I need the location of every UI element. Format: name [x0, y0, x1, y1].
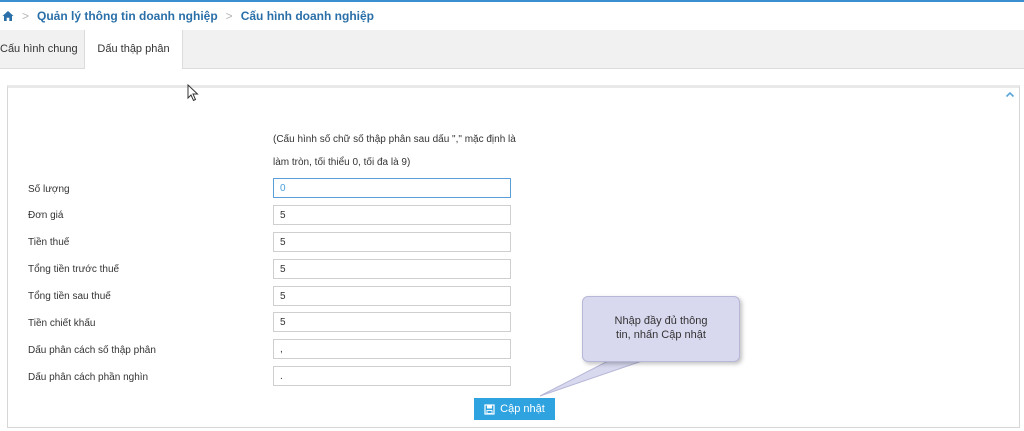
total-before-tax-input[interactable] [273, 259, 511, 279]
mouse-cursor-icon [187, 84, 199, 102]
decimal-separator-input[interactable] [273, 339, 511, 359]
help-callout: Nhập đầy đủ thông tin, nhấn Cập nhật [582, 296, 740, 362]
save-icon [484, 403, 495, 415]
breadcrumb: > Quản lý thông tin doanh nghiệp > Cấu h… [0, 2, 1024, 31]
thousands-separator-label: Dấu phân cách phần nghìn [28, 372, 149, 383]
tab-bar: Cấu hình chung Dấu thập phân [0, 30, 1024, 69]
chevron-up-icon[interactable] [1005, 90, 1015, 100]
total-after-tax-label: Tổng tiền sau thuế [28, 291, 111, 302]
decimal-config-note-line1: (Cấu hình số chữ số thập phân sau dấu ",… [273, 134, 516, 145]
thousands-separator-input[interactable] [273, 366, 511, 386]
discount-amount-label: Tiền chiết khấu [28, 318, 96, 329]
home-icon[interactable] [2, 10, 14, 22]
total-before-tax-label: Tổng tiền trước thuế [28, 264, 120, 275]
unit-price-label: Đơn giá [28, 210, 64, 221]
quantity-input[interactable] [273, 178, 511, 198]
decimal-config-note-line2: làm tròn, tối thiểu 0, tối đa là 9) [273, 157, 411, 168]
help-callout-line2: tin, nhấn Cập nhật [616, 329, 706, 341]
quantity-label: Số lượng [28, 184, 70, 195]
total-after-tax-input[interactable] [273, 286, 511, 306]
breadcrumb-business-config[interactable]: Cấu hình doanh nghiệp [241, 9, 374, 23]
tab-general-config[interactable]: Cấu hình chung [0, 30, 84, 68]
unit-price-input[interactable] [273, 205, 511, 225]
discount-amount-input[interactable] [273, 312, 511, 332]
update-button-label: Cập nhật [500, 403, 545, 415]
tab-decimal-separator[interactable]: Dấu thập phân [84, 30, 183, 69]
breadcrumb-business-info[interactable]: Quản lý thông tin doanh nghiệp [37, 9, 218, 23]
breadcrumb-separator: > [225, 9, 233, 23]
tax-amount-input[interactable] [273, 232, 511, 252]
tax-amount-label: Tiền thuế [28, 237, 70, 248]
help-callout-line1: Nhập đầy đủ thông [614, 315, 708, 327]
update-button[interactable]: Cập nhật [474, 398, 555, 420]
decimal-separator-label: Dấu phân cách số thập phân [28, 345, 156, 356]
breadcrumb-separator: > [22, 9, 30, 23]
